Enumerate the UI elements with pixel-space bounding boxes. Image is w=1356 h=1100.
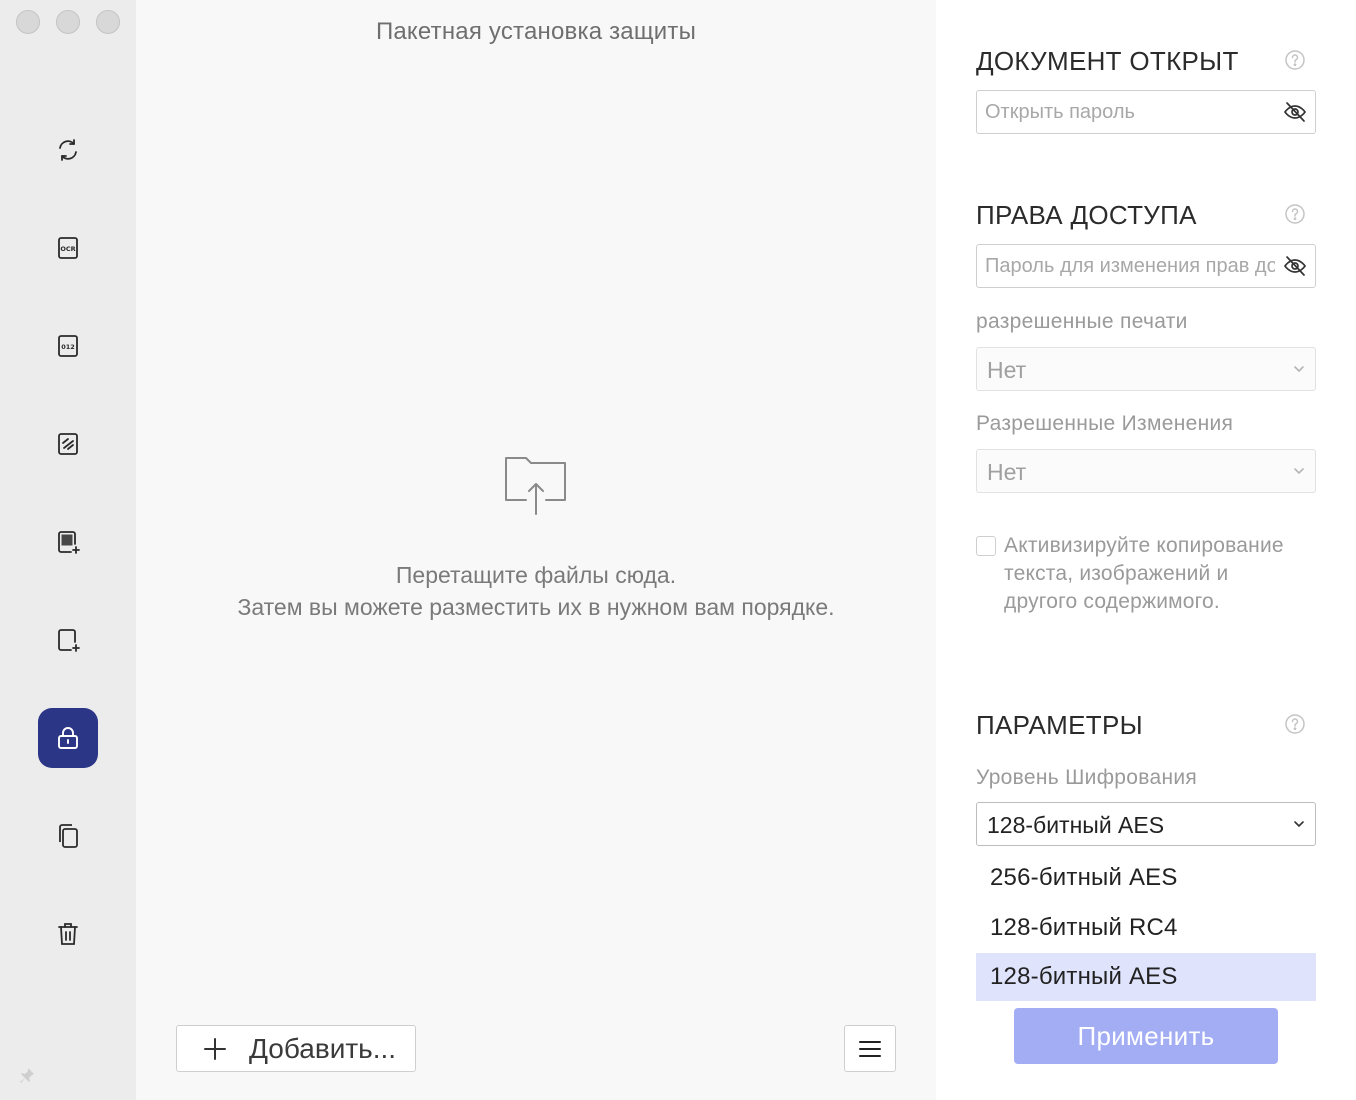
encryption-option-selected[interactable]: 128-битный AES: [976, 953, 1316, 1001]
copy-content-label: Активизируйте копирование текста, изобра…: [1004, 534, 1284, 613]
chevron-down-icon: [1294, 366, 1304, 373]
permissions-title: ПРАВА ДОСТУПА: [976, 200, 1197, 230]
sidebar-item-convert[interactable]: [38, 120, 98, 180]
help-icon[interactable]: [1285, 50, 1305, 70]
sidebar-item-compress[interactable]: [38, 414, 98, 474]
bates-number-icon: 012: [58, 335, 78, 357]
changes-permission-value: Нет: [987, 459, 1027, 485]
list-menu-button[interactable]: [844, 1025, 896, 1072]
convert-icon: [59, 139, 77, 161]
eye-slash-icon[interactable]: [1283, 255, 1307, 277]
open-password-input[interactable]: [985, 91, 1275, 133]
encryption-level-label: Уровень Шифрования: [976, 766, 1198, 789]
apply-button[interactable]: Применить: [1014, 1008, 1278, 1064]
sidebar-item-bates[interactable]: 012: [38, 316, 98, 376]
svg-text:OCR: OCR: [60, 245, 75, 253]
ocr-icon: OCR: [58, 237, 78, 259]
window-zoom-button[interactable]: [96, 10, 120, 34]
chevron-down-icon: [1294, 821, 1304, 828]
security-lock-icon: [58, 727, 78, 749]
drop-area[interactable]: Пакетная установка защиты Перетащите фай…: [136, 0, 936, 1100]
changes-permission-select[interactable]: Нет: [976, 449, 1316, 493]
encryption-level-select[interactable]: 128-битный AES: [976, 802, 1316, 846]
pin-icon[interactable]: [18, 1066, 36, 1084]
hamburger-menu-icon: [859, 1040, 881, 1057]
drop-hint-line1: Перетащите файлы сюда.: [395, 562, 677, 588]
encryption-option[interactable]: 128-битный RC4: [976, 904, 1316, 952]
add-background-icon: [58, 629, 80, 652]
window-close-button[interactable]: [16, 10, 40, 34]
drop-hint-line2: Затем вы можете разместить их в нужном в…: [237, 594, 835, 620]
print-permission-value: Нет: [987, 357, 1027, 383]
window-title: Пакетная установка защиты: [375, 18, 697, 45]
copy-content-checkbox[interactable]: [976, 536, 996, 556]
trash-icon: [58, 923, 78, 945]
sidebar-item-delete[interactable]: [38, 904, 98, 964]
encryption-level-value: 128-битный AES: [987, 812, 1165, 838]
svg-text:012: 012: [61, 343, 75, 351]
sidebar-item-ocr[interactable]: OCR: [38, 218, 98, 278]
options-title: ПАРАМЕТРЫ: [976, 710, 1143, 740]
window-minimize-button[interactable]: [56, 10, 80, 34]
chevron-down-icon: [1294, 468, 1304, 475]
permissions-password-input[interactable]: [985, 245, 1275, 287]
print-permission-label: разрешенные печати: [976, 310, 1188, 333]
sidebar: OCR 012: [0, 0, 136, 1100]
add-watermark-icon: [58, 531, 80, 554]
add-files-label: Добавить...: [249, 1032, 397, 1064]
changes-permission-label: Разрешенные Изменения: [976, 412, 1234, 435]
plus-icon: [204, 1037, 226, 1060]
security-settings-panel: ДОКУМЕНТ ОТКРЫТ ПРАВА ДОСТУПА разрешенны…: [936, 0, 1356, 1100]
sidebar-item-background[interactable]: [38, 610, 98, 670]
folder-upload-icon: [505, 457, 566, 515]
compress-icon: [58, 433, 78, 455]
help-icon[interactable]: [1285, 714, 1305, 734]
encryption-option[interactable]: 256-битный AES: [976, 854, 1316, 902]
permissions-password-field: [976, 244, 1316, 288]
sidebar-item-security[interactable]: [38, 708, 98, 768]
print-permission-select[interactable]: Нет: [976, 347, 1316, 391]
open-password-title: ДОКУМЕНТ ОТКРЫТ: [976, 46, 1239, 76]
help-icon[interactable]: [1285, 204, 1305, 224]
eye-slash-icon[interactable]: [1283, 101, 1307, 123]
add-files-button[interactable]: Добавить...: [176, 1025, 416, 1072]
copy-icon: [59, 824, 78, 848]
open-password-field: [976, 90, 1316, 134]
sidebar-item-copy[interactable]: [38, 806, 98, 866]
sidebar-item-watermark[interactable]: [38, 512, 98, 572]
